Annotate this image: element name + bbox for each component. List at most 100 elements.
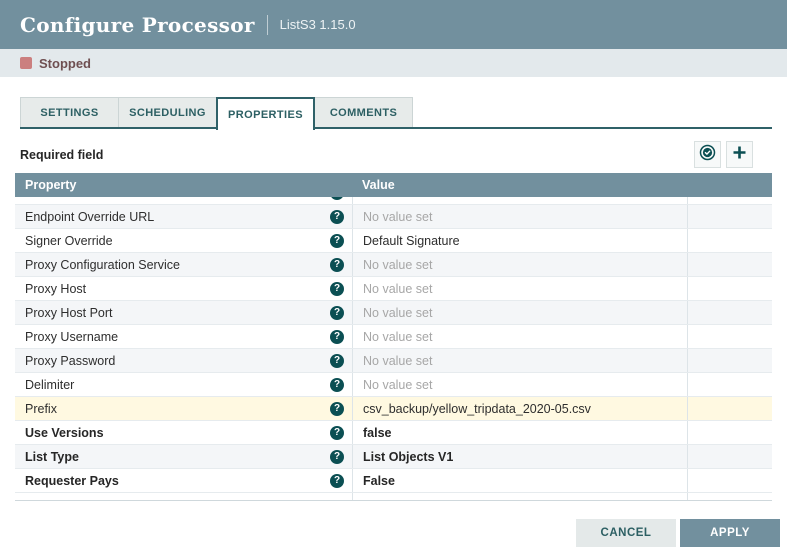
property-name-cell: Proxy Host Port? — [15, 301, 352, 324]
help-icon[interactable]: ? — [330, 210, 344, 224]
property-name: Proxy Host Port — [25, 306, 113, 320]
property-value-cell[interactable]: No value set — [352, 277, 687, 300]
verify-properties-button[interactable] — [694, 141, 721, 168]
check-circle-icon — [699, 144, 716, 166]
table-header: Property Value — [15, 173, 772, 197]
property-value-cell[interactable]: False — [352, 469, 687, 492]
help-icon[interactable]: ? — [330, 426, 344, 440]
property-name: Proxy Username — [25, 330, 118, 344]
help-icon[interactable]: ? — [330, 378, 344, 392]
cancel-button[interactable]: CANCEL — [576, 519, 676, 547]
row-extra-cell — [687, 397, 772, 420]
property-name-cell: List Type? — [15, 445, 352, 468]
property-name: Prefix — [25, 402, 57, 416]
row-extra-cell — [687, 197, 772, 204]
title-divider — [267, 15, 268, 35]
help-icon[interactable]: ? — [330, 354, 344, 368]
row-extra-cell — [687, 205, 772, 228]
table-row[interactable]: Use Versions?false — [15, 421, 772, 445]
property-value-cell[interactable]: No value set — [352, 253, 687, 276]
tab-settings[interactable]: SETTINGS — [20, 97, 119, 127]
table-row-clipped[interactable]: SSL Context Service ? No value set — [15, 197, 772, 205]
row-extra-cell — [687, 349, 772, 372]
row-extra-cell — [687, 469, 772, 492]
column-header-property: Property — [15, 178, 352, 192]
table-row[interactable]: Signer Override?Default Signature — [15, 229, 772, 253]
property-name-cell: Proxy Password? — [15, 349, 352, 372]
property-name: List Type — [25, 450, 79, 464]
property-value-cell[interactable]: false — [352, 421, 687, 444]
tab-properties[interactable]: PROPERTIES — [216, 97, 315, 130]
row-extra-cell — [687, 421, 772, 444]
property-name: Delimiter — [25, 378, 74, 392]
table-row[interactable]: Delimiter?No value set — [15, 373, 772, 397]
row-extra-cell — [687, 277, 772, 300]
row-extra-cell — [687, 253, 772, 276]
toolbar-buttons — [694, 141, 753, 168]
property-value-cell[interactable]: Default Signature — [352, 229, 687, 252]
table-row[interactable]: Proxy Host?No value set — [15, 277, 772, 301]
property-name-cell: Prefix? — [15, 397, 352, 420]
property-name-cell: Signer Override? — [15, 229, 352, 252]
property-name: Proxy Host — [25, 282, 86, 296]
properties-table: Property Value SSL Context Service ? No … — [15, 173, 772, 501]
help-icon[interactable]: ? — [330, 234, 344, 248]
property-value-cell[interactable]: List Objects V1 — [352, 445, 687, 468]
column-header-value: Value — [352, 178, 687, 192]
apply-button[interactable]: APPLY — [680, 519, 780, 547]
table-row[interactable]: Requester Pays?False — [15, 469, 772, 493]
plus-icon — [732, 145, 747, 165]
tab-bar: SETTINGSSCHEDULINGPROPERTIESCOMMENTS — [20, 97, 772, 130]
tab-comments[interactable]: COMMENTS — [314, 97, 413, 127]
property-value-cell[interactable]: csv_backup/yellow_tripdata_2020-05.csv — [352, 397, 687, 420]
row-extra-cell — [687, 301, 772, 324]
processor-type-version: ListS3 1.15.0 — [280, 17, 356, 32]
property-name: Proxy Password — [25, 354, 115, 368]
help-icon[interactable]: ? — [330, 282, 344, 296]
status-label: Stopped — [39, 56, 91, 71]
table-row[interactable]: Proxy Password?No value set — [15, 349, 772, 373]
table-row[interactable]: Endpoint Override URL?No value set — [15, 205, 772, 229]
property-name: Endpoint Override URL — [25, 210, 154, 224]
required-field-label: Required field — [20, 148, 103, 162]
help-icon[interactable]: ? — [330, 330, 344, 344]
property-name-cell: Proxy Host? — [15, 277, 352, 300]
tab-scheduling[interactable]: SCHEDULING — [118, 97, 217, 127]
dialog-title: Configure Processor — [20, 13, 255, 37]
property-value-cell[interactable]: No value set — [352, 301, 687, 324]
property-value-cell[interactable]: No value set — [352, 325, 687, 348]
help-icon[interactable]: ? — [330, 402, 344, 416]
property-name: Use Versions — [25, 426, 104, 440]
status-bar: Stopped — [0, 49, 787, 77]
add-property-button[interactable] — [726, 141, 753, 168]
table-row[interactable]: Proxy Username?No value set — [15, 325, 772, 349]
property-value-cell[interactable]: No value set — [352, 349, 687, 372]
property-name: SSL Context Service — [25, 197, 140, 200]
table-row[interactable]: Proxy Host Port?No value set — [15, 301, 772, 325]
table-row[interactable]: List Type?List Objects V1 — [15, 445, 772, 469]
help-icon[interactable]: ? — [330, 450, 344, 464]
property-value-cell[interactable]: No value set — [352, 373, 687, 396]
property-value-cell[interactable]: No value set — [352, 205, 687, 228]
table-row[interactable]: Proxy Configuration Service? No value set — [15, 253, 772, 277]
property-value-cell[interactable]: No value set — [352, 197, 687, 204]
help-icon[interactable]: ? — [330, 306, 344, 320]
property-name-cell: Delimiter? — [15, 373, 352, 396]
row-extra-cell — [687, 373, 772, 396]
clipped-row-viewport: SSL Context Service ? No value set — [15, 197, 772, 205]
help-icon[interactable]: ? — [330, 474, 344, 488]
help-icon[interactable]: ? — [330, 258, 344, 272]
stopped-icon — [20, 57, 32, 69]
help-icon[interactable]: ? — [330, 197, 344, 200]
property-name-cell: Requester Pays? — [15, 469, 352, 492]
property-name-cell: Endpoint Override URL? — [15, 205, 352, 228]
property-name-cell: Use Versions? — [15, 421, 352, 444]
table-body: Endpoint Override URL?No value setSigner… — [15, 205, 772, 493]
property-name: Signer Override — [25, 234, 113, 248]
dialog-footer: CANCEL APPLY — [0, 519, 780, 547]
properties-toolbar: Required field — [20, 141, 772, 168]
property-name-cell: Proxy Username? — [15, 325, 352, 348]
property-name: Proxy Configuration Service — [25, 258, 180, 272]
table-row[interactable]: Prefix?csv_backup/yellow_tripdata_2020-0… — [15, 397, 772, 421]
property-name: Requester Pays — [25, 474, 119, 488]
